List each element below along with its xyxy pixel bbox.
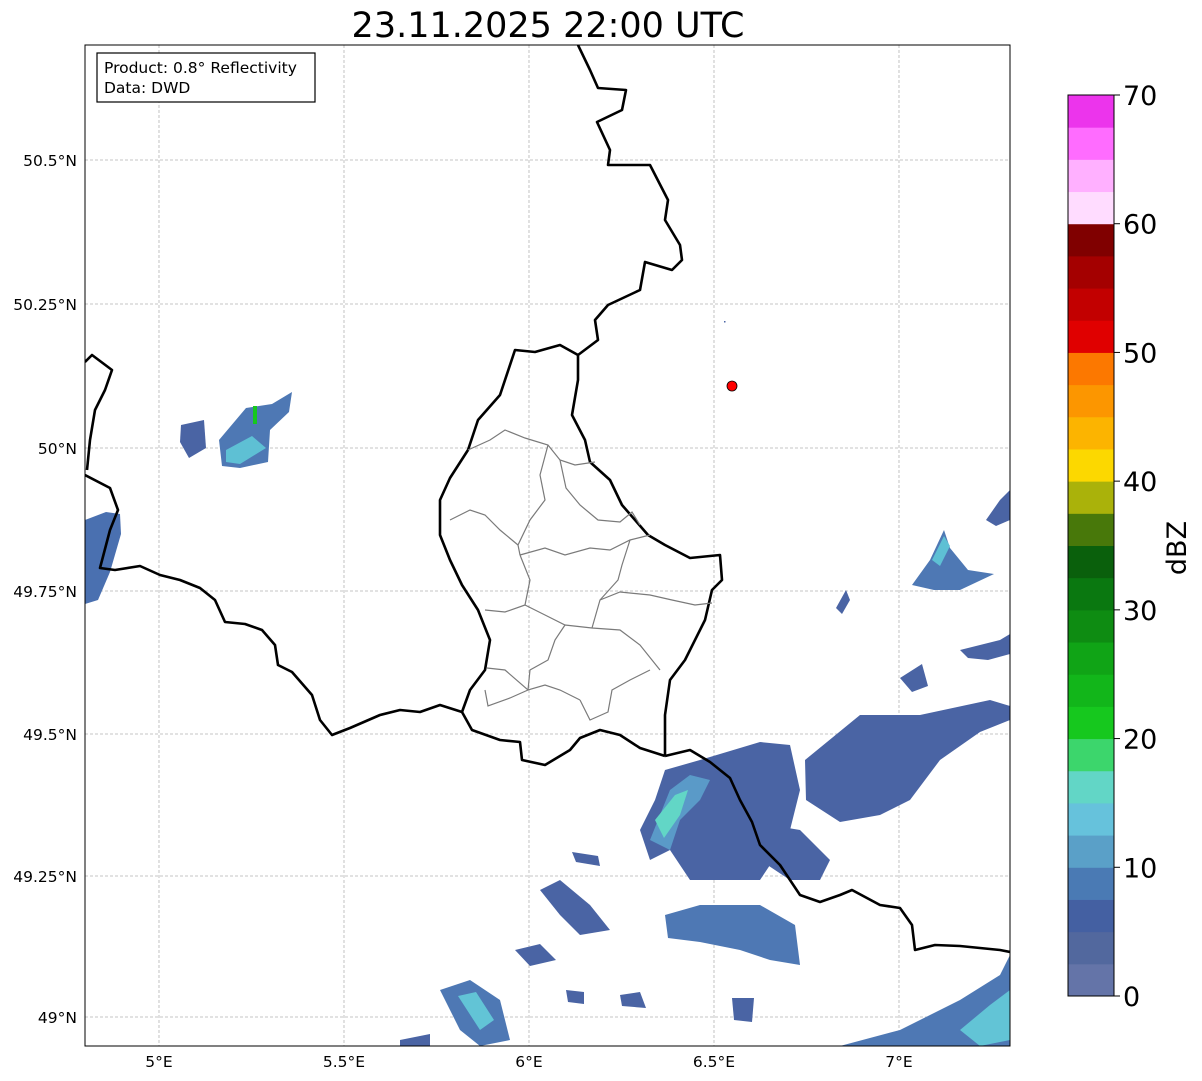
colorbar-segment bbox=[1068, 706, 1114, 740]
colorbar-segment bbox=[1068, 191, 1114, 225]
lon-tick-label: 6.5°E bbox=[693, 1053, 735, 1071]
colorbar-segment bbox=[1068, 95, 1114, 128]
colorbar-segment bbox=[1068, 545, 1114, 579]
colorbar-segments bbox=[1068, 95, 1114, 997]
lat-tick-labels: 50.5°N 50.25°N 50°N 49.75°N 49.5°N 49.25… bbox=[13, 152, 77, 1027]
lat-tick-label: 49°N bbox=[38, 1009, 77, 1027]
info-source: Data: DWD bbox=[104, 79, 190, 97]
colorbar-segment bbox=[1068, 255, 1114, 289]
colorbar-segment bbox=[1068, 867, 1114, 900]
colorbar-segment bbox=[1068, 609, 1114, 643]
radar-echo bbox=[253, 406, 257, 424]
colorbar-segment bbox=[1068, 384, 1114, 418]
colorbar-segment bbox=[1068, 738, 1114, 772]
colorbar-segment bbox=[1068, 288, 1114, 321]
colorbar-segment bbox=[1068, 963, 1114, 997]
colorbar-segment bbox=[1068, 416, 1114, 450]
colorbar-segment bbox=[1068, 320, 1114, 353]
lat-tick-label: 50.25°N bbox=[13, 296, 77, 314]
colorbar-segment bbox=[1068, 448, 1114, 482]
colorbar-segment bbox=[1068, 802, 1114, 836]
colorbar-tick-label: 40 bbox=[1123, 467, 1157, 498]
colorbar-tick-label: 20 bbox=[1123, 725, 1157, 756]
colorbar-segment bbox=[1068, 899, 1114, 933]
colorbar-segment bbox=[1068, 481, 1114, 514]
radar-figure: 23.11.2025 22:00 UTC Product: 0.8° Refle… bbox=[13, 6, 1193, 1071]
lat-tick-label: 49.25°N bbox=[13, 868, 77, 886]
lat-tick-label: 50°N bbox=[38, 440, 77, 458]
lon-tick-label: 5°E bbox=[145, 1053, 172, 1071]
colorbar-tick-label: 0 bbox=[1123, 982, 1140, 1013]
lon-tick-label: 5.5°E bbox=[323, 1053, 365, 1071]
lat-tick-label: 50.5°N bbox=[23, 152, 77, 170]
colorbar-tick-label: 60 bbox=[1123, 210, 1157, 241]
colorbar-segment bbox=[1068, 770, 1114, 804]
lon-tick-label: 6°E bbox=[515, 1053, 542, 1071]
figure-title: 23.11.2025 22:00 UTC bbox=[352, 6, 745, 46]
lat-tick-label: 49.75°N bbox=[13, 583, 77, 601]
lon-tick-labels: 5°E 5.5°E 6°E 6.5°E 7°E bbox=[145, 1053, 912, 1071]
colorbar-segment bbox=[1068, 223, 1114, 257]
radar-echo bbox=[724, 321, 726, 323]
radar-site-marker bbox=[726, 380, 738, 392]
map-panel: Product: 0.8° Reflectivity Data: DWD bbox=[84, 44, 1011, 1047]
colorbar-segment bbox=[1068, 577, 1114, 611]
radar-echo bbox=[732, 998, 754, 1022]
colorbar-segment bbox=[1068, 159, 1114, 193]
info-box: Product: 0.8° Reflectivity Data: DWD bbox=[96, 52, 316, 103]
radar-echo bbox=[566, 990, 584, 1004]
colorbar-label: dBZ bbox=[1162, 521, 1193, 575]
colorbar-segment bbox=[1068, 513, 1114, 546]
colorbar-segment bbox=[1068, 352, 1114, 386]
colorbar-segment bbox=[1068, 931, 1114, 965]
colorbar-tick-label: 50 bbox=[1123, 338, 1157, 369]
colorbar-segment bbox=[1068, 127, 1114, 160]
colorbar-ticks: 0 10 20 30 40 50 60 70 bbox=[1114, 81, 1157, 1013]
colorbar-tick-label: 70 bbox=[1123, 81, 1157, 112]
colorbar-segment bbox=[1068, 674, 1114, 707]
lat-tick-label: 49.5°N bbox=[23, 726, 77, 744]
colorbar-tick-label: 30 bbox=[1123, 596, 1157, 627]
colorbar-segment bbox=[1068, 642, 1114, 675]
info-product: Product: 0.8° Reflectivity bbox=[104, 59, 297, 77]
colorbar-segment bbox=[1068, 835, 1114, 868]
lon-tick-label: 7°E bbox=[885, 1053, 912, 1071]
colorbar: 0 10 20 30 40 50 60 70 dBZ bbox=[1067, 81, 1193, 1013]
colorbar-tick-label: 10 bbox=[1123, 853, 1157, 884]
